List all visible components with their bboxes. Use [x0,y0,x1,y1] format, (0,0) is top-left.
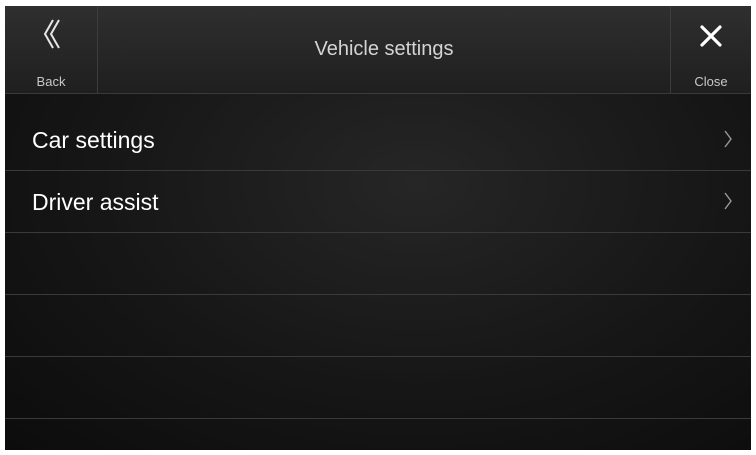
list-item-driver-assist[interactable]: Driver assist [5,171,751,233]
chevron-right-icon [721,129,735,149]
empty-list-row [5,357,751,419]
close-button[interactable]: Close [670,6,751,93]
vehicle-settings-screen: Back Vehicle settings Close Car settings… [5,6,751,450]
chevron-right-icon [721,191,735,211]
list-item-car-settings[interactable]: Car settings [5,109,751,171]
back-label: Back [36,74,66,89]
empty-list-row [5,295,751,357]
list-item-label: Car settings [32,127,155,153]
double-chevron-left-icon [5,14,97,54]
close-icon [671,14,751,54]
header-bar: Back Vehicle settings Close [5,6,751,94]
empty-list-row [5,233,751,295]
list-item-label: Driver assist [32,189,159,215]
page-title: Vehicle settings [314,38,454,60]
back-button[interactable]: Back [5,6,98,93]
close-label: Close [694,74,728,89]
settings-list: Car settings Driver assist [5,109,751,419]
